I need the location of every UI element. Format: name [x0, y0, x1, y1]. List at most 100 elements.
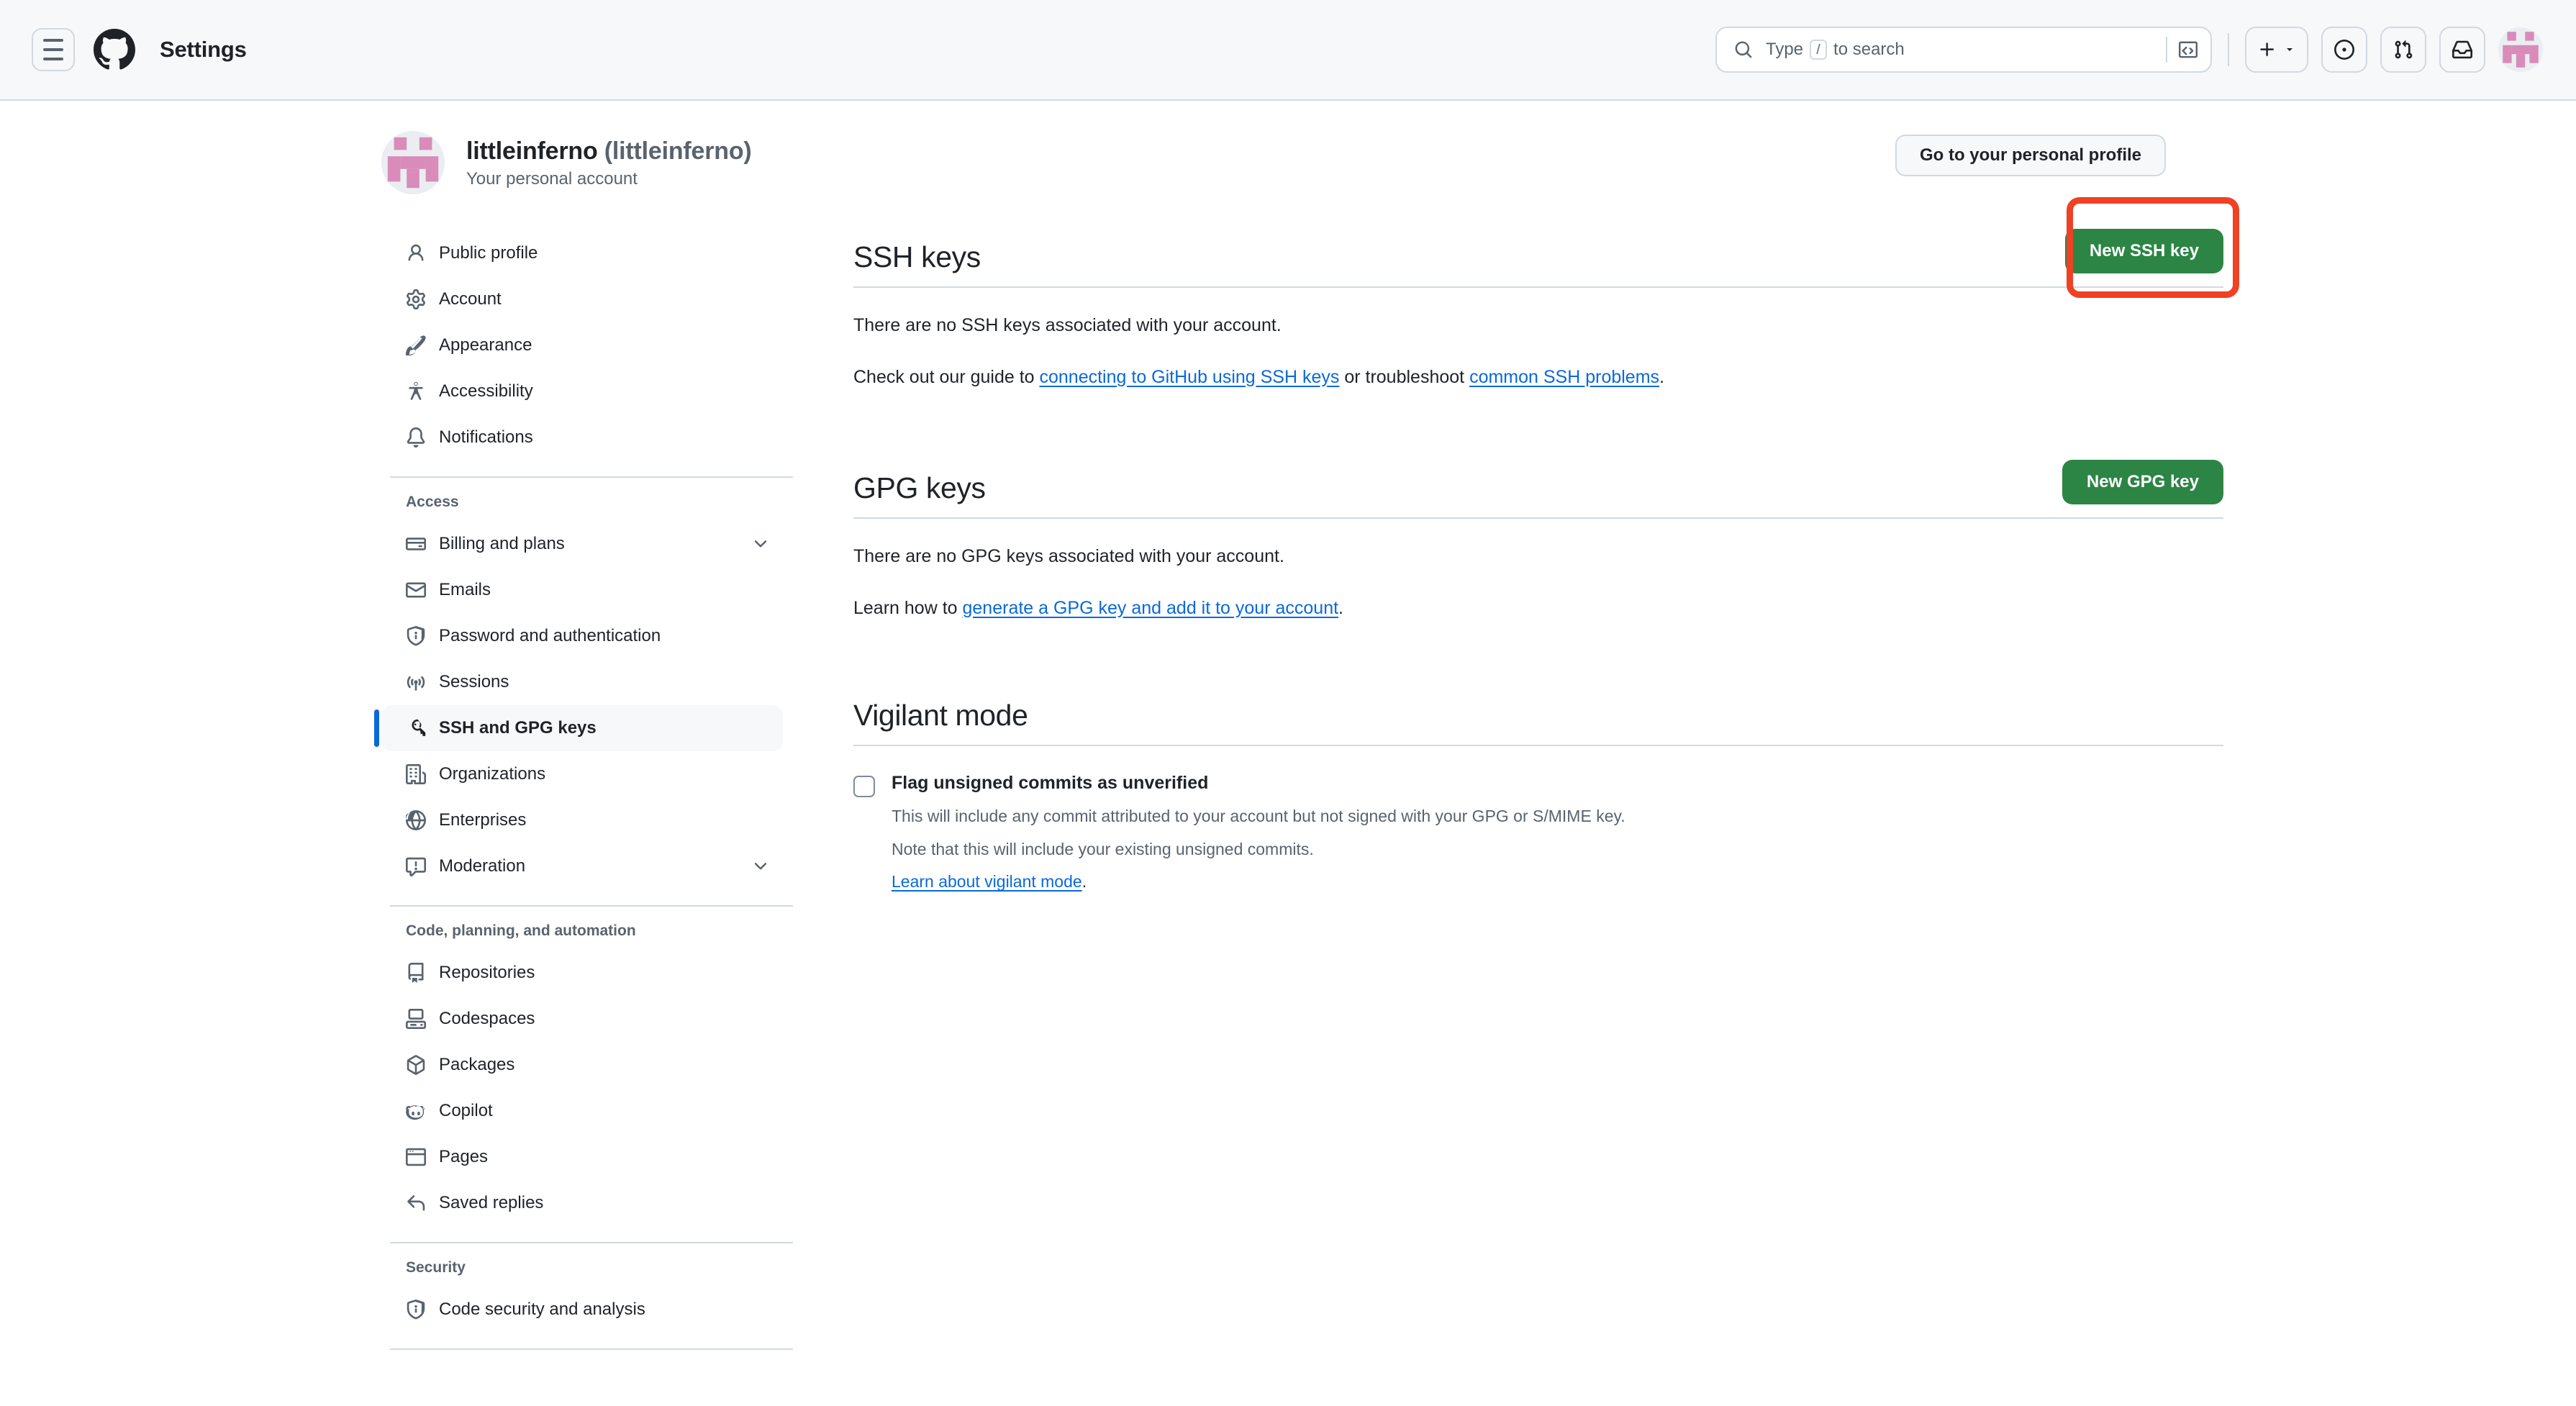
sidebar-item-accessibility[interactable]: Accessibility — [381, 368, 783, 414]
sidebar-item-appearance[interactable]: Appearance — [381, 322, 783, 368]
sidebar-divider — [390, 1242, 793, 1243]
search-input[interactable]: Type / to search — [1715, 27, 2212, 73]
sidebar-item-notifications[interactable]: Notifications — [381, 414, 783, 461]
gpg-keys-title: GPG keys — [853, 471, 986, 504]
sidebar-item-label: Accessibility — [439, 381, 533, 401]
sidebar-section-title: Code, planning, and automation — [406, 922, 636, 939]
go-to-personal-profile-button[interactable]: Go to your personal profile — [1895, 135, 2166, 176]
hamburger-menu-button[interactable] — [32, 28, 75, 71]
sidebar-divider — [390, 905, 793, 907]
sidebar-item-organizations[interactable]: Organizations — [381, 751, 783, 797]
header-divider — [2228, 33, 2229, 66]
sidebar-item-account[interactable]: Account — [381, 276, 783, 322]
codespaces-icon — [406, 1009, 430, 1029]
terminal-icon[interactable] — [2166, 37, 2198, 63]
repo-icon — [406, 963, 430, 983]
learn-about-vigilant-mode-link[interactable]: Learn about vigilant mode — [892, 872, 1082, 891]
profile-avatar[interactable] — [381, 131, 445, 194]
common-ssh-problems-link[interactable]: common SSH problems — [1469, 367, 1659, 387]
ssh-guide-middle: or troubleshoot — [1339, 366, 1470, 387]
sidebar-item-enterprises[interactable]: Enterprises — [381, 797, 783, 843]
sidebar-item-sessions[interactable]: Sessions — [381, 659, 783, 705]
ssh-empty-text: There are no SSH keys associated with yo… — [853, 315, 1282, 335]
header-actions: Type / to search — [1715, 27, 2543, 73]
generate-gpg-key-link[interactable]: generate a GPG key and add it to your ac… — [963, 598, 1339, 618]
sidebar-item-emails[interactable]: Emails — [381, 567, 783, 613]
search-placeholder-text: Type / to search — [1766, 40, 1905, 60]
sidebar-item-label: Public profile — [439, 243, 538, 263]
key-icon — [406, 718, 430, 738]
vigilant-link-suffix: . — [1081, 872, 1087, 892]
package-icon — [406, 1055, 430, 1075]
sidebar-item-label: Packages — [439, 1055, 515, 1074]
ssh-keys-section: SSH keys New SSH key There are no SSH ke… — [853, 197, 2239, 391]
vigilant-mode-header: Vigilant mode — [853, 699, 2223, 747]
app-header: Settings Type / to search — [0, 0, 2576, 101]
gpg-empty-text: There are no GPG keys associated with yo… — [853, 546, 1284, 566]
page-title: Settings — [160, 37, 247, 62]
sidebar-item-public-profile[interactable]: Public profile — [381, 230, 783, 276]
sidebar-item-label: Copilot — [439, 1101, 493, 1120]
profile-header: littleinferno (littleinferno) Your perso… — [381, 131, 2223, 194]
vigilant-note-line-1: This will include any commit attributed … — [892, 807, 1625, 826]
sidebar-item-label: Emails — [439, 580, 491, 599]
credit-card-icon — [406, 534, 430, 554]
hamburger-icon-bar — [43, 48, 63, 51]
browser-icon — [406, 1147, 430, 1167]
gpg-keys-header: GPG keys New GPG key — [853, 460, 2223, 519]
settings-content: SSH keys New SSH key There are no SSH ke… — [784, 197, 2239, 1350]
sidebar-item-packages[interactable]: Packages — [381, 1042, 783, 1088]
inbox-button[interactable] — [2439, 27, 2485, 73]
flag-unsigned-commits-label: Flag unsigned commits as unverified — [892, 773, 1209, 794]
sidebar-item-saved-replies[interactable]: Saved replies — [381, 1180, 783, 1226]
sidebar-group-code: Code, planning, and automation Repositor… — [381, 922, 784, 1226]
shield-lock-icon — [406, 626, 430, 646]
github-logo-icon[interactable] — [94, 29, 135, 71]
create-new-button[interactable] — [2245, 27, 2308, 73]
search-icon — [1734, 40, 1753, 59]
sidebar-item-codespaces[interactable]: Codespaces — [381, 996, 783, 1042]
hamburger-icon-bar — [43, 39, 63, 42]
sidebar-item-label: Repositories — [439, 963, 535, 982]
hamburger-icon-bar — [43, 58, 63, 60]
new-gpg-key-button[interactable]: New GPG key — [2062, 460, 2223, 504]
flag-unsigned-commits-checkbox[interactable] — [853, 776, 875, 798]
ssh-guide-suffix: . — [1659, 366, 1664, 387]
shield-lock-icon — [406, 1300, 430, 1320]
sidebar-item-label: Password and authentication — [439, 626, 661, 645]
sidebar-item-repositories[interactable]: Repositories — [381, 950, 783, 996]
paintbrush-icon — [406, 335, 430, 355]
ssh-keys-body: There are no SSH keys associated with yo… — [853, 288, 2223, 391]
sidebar-divider — [390, 1348, 793, 1350]
connecting-to-github-link[interactable]: connecting to GitHub using SSH keys — [1040, 367, 1340, 387]
profile-login-name: littleinferno — [466, 137, 598, 165]
sidebar-item-code-security-and-analysis[interactable]: Code security and analysis — [381, 1287, 783, 1333]
sidebar-item-label: Notifications — [439, 427, 533, 447]
gpg-keys-section: GPG keys New GPG key There are no GPG ke… — [853, 460, 2223, 622]
sidebar-item-label: Billing and plans — [439, 534, 565, 553]
chevron-down-icon[interactable] — [751, 535, 770, 553]
sidebar-item-label: Pages — [439, 1147, 489, 1166]
sidebar-item-ssh-and-gpg-keys[interactable]: SSH and GPG keys — [374, 705, 783, 751]
sidebar-item-copilot[interactable]: Copilot — [381, 1088, 783, 1134]
sidebar-item-moderation[interactable]: Moderation — [381, 843, 783, 889]
avatar[interactable] — [2498, 27, 2543, 72]
profile-login-handle: (littleinferno) — [604, 137, 752, 165]
report-icon — [406, 856, 430, 876]
vigilant-mode-option: Flag unsigned commits as unverified This… — [853, 746, 2223, 892]
chevron-down-icon[interactable] — [751, 857, 770, 876]
sidebar-group: Public profile Account Appearance Access… — [381, 230, 784, 461]
person-icon — [406, 243, 430, 263]
vigilant-mode-title: Vigilant mode — [853, 699, 1028, 732]
sidebar-item-password-and-authentication[interactable]: Password and authentication — [381, 613, 783, 659]
sidebar-item-billing-and-plans[interactable]: Billing and plans — [381, 521, 783, 567]
new-ssh-key-button[interactable]: New SSH key — [2064, 229, 2223, 273]
issues-button[interactable] — [2321, 27, 2367, 73]
ssh-guide-text: Check out our guide to connecting to Git… — [853, 364, 2223, 391]
sidebar-item-label: Code security and analysis — [439, 1300, 645, 1319]
pull-requests-button[interactable] — [2380, 27, 2426, 73]
profile-login-heading: littleinferno (littleinferno) — [466, 136, 752, 167]
sidebar-item-pages[interactable]: Pages — [381, 1134, 783, 1180]
